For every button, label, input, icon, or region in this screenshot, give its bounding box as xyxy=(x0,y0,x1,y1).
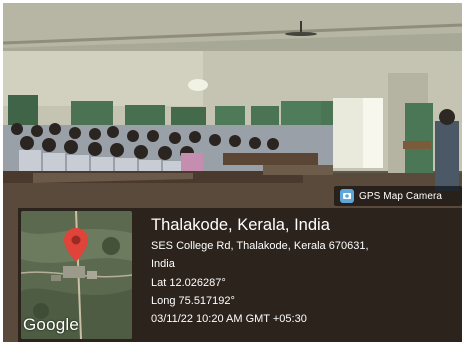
longitude-text: Long 75.517192° xyxy=(151,294,235,307)
location-info: Thalakode, Kerala, India SES College Rd,… xyxy=(151,215,459,328)
badge-label: GPS Map Camera xyxy=(359,190,443,202)
address-line-1: SES College Rd, Thalakode, Kerala 670631… xyxy=(151,240,369,252)
address-line-2: India xyxy=(151,258,175,271)
gps-map-camera-icon xyxy=(340,189,354,203)
datetime-text: 03/11/22 10:20 AM GMT +05:30 xyxy=(151,313,307,326)
gps-map-camera-badge: GPS Map Camera xyxy=(334,186,462,206)
map-thumbnail[interactable]: Google xyxy=(21,211,132,339)
latitude-text: Lat 12.026287° xyxy=(151,276,226,289)
map-pin-icon xyxy=(64,228,88,262)
photo-frame: GPS Map Camera Google Thalakode, Kerala,… xyxy=(3,3,462,342)
place-title: Thalakode, Kerala, India xyxy=(151,216,330,234)
google-logo: Google xyxy=(23,315,80,334)
